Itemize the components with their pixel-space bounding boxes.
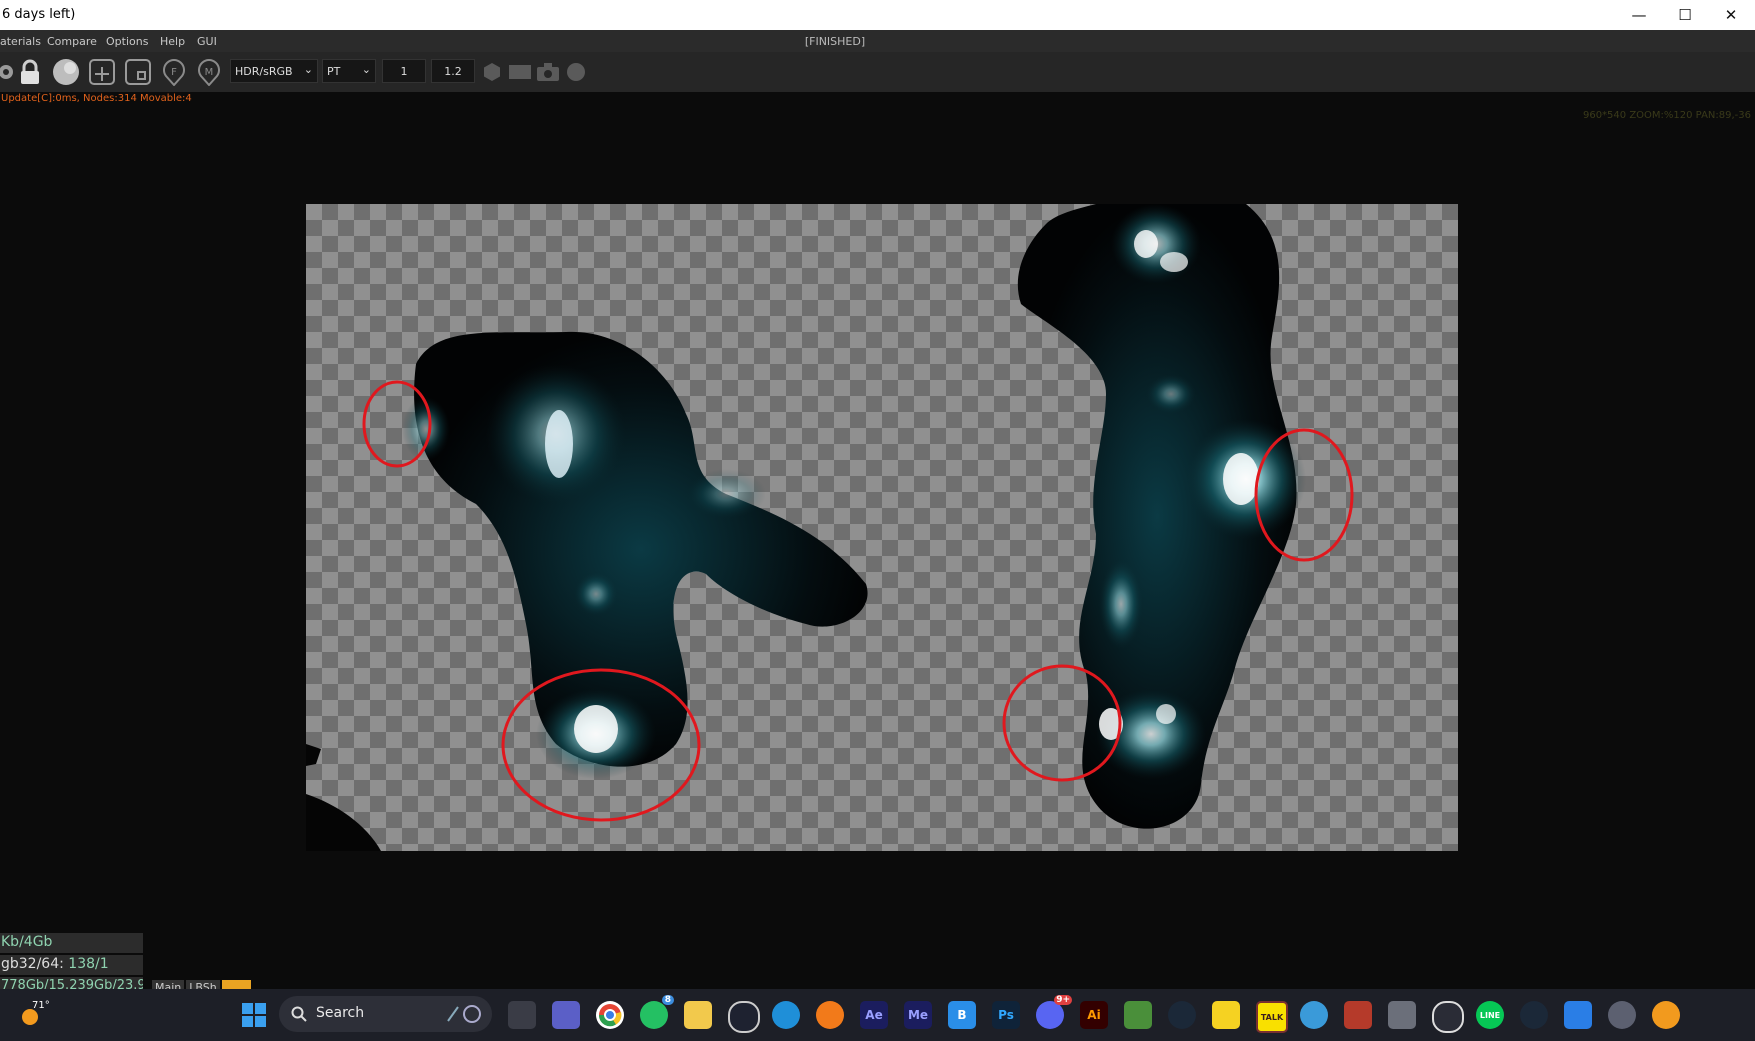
color-mode-select[interactable]: HDR/sRGB ⌄ [230, 59, 318, 83]
window-title: 6 days left) [2, 7, 76, 22]
whatsapp-badge: 8 [661, 995, 674, 1005]
render-mode-value: PT [327, 65, 341, 78]
paint-icon[interactable] [1300, 1001, 1328, 1029]
update-info: Update[C]:0ms, Nodes:314 Movable:4 [1, 93, 192, 104]
rgb-label: gb32/64: [1, 956, 64, 972]
corner-volume [306, 794, 381, 851]
sphere-icon[interactable] [52, 58, 80, 86]
value-a-input[interactable]: 1 [382, 59, 426, 83]
minimize-button[interactable]: — [1616, 0, 1662, 30]
color-mode-value: HDR/sRGB [235, 65, 293, 78]
rectangle-icon[interactable] [506, 58, 534, 86]
left-volume [402, 331, 868, 779]
close-icon: ✕ [1724, 6, 1738, 24]
steam-icon-2[interactable] [1520, 1001, 1548, 1029]
search-icon [291, 1006, 307, 1022]
render-mode-select[interactable]: PT ⌄ [322, 59, 376, 83]
render-viewport[interactable] [306, 204, 1458, 851]
search-placeholder: Search [316, 1005, 365, 1021]
close-button[interactable]: ✕ [1708, 0, 1754, 30]
right-volume [1017, 204, 1306, 829]
discord-badge: 9+ [1054, 995, 1072, 1005]
rgb-value: 138/1 [68, 956, 109, 972]
calculator-icon[interactable] [1388, 1001, 1416, 1029]
title-bar: 6 days left) — ☐ ✕ [0, 0, 1755, 30]
maximize-icon: ☐ [1678, 6, 1692, 24]
add-node-icon[interactable] [88, 58, 116, 86]
sticky-notes-icon[interactable] [1212, 1001, 1240, 1029]
edge-icon[interactable] [772, 1001, 800, 1029]
media-player-icon[interactable] [1432, 1001, 1464, 1033]
cinema4d-icon[interactable] [728, 1001, 760, 1033]
record-icon[interactable] [562, 58, 590, 86]
camera-icon[interactable] [534, 58, 562, 86]
box-icon[interactable] [124, 58, 152, 86]
discord-icon[interactable]: 9+ [1036, 995, 1072, 1029]
steam-icon[interactable] [1168, 1001, 1196, 1029]
start-button[interactable] [240, 1001, 268, 1029]
maximize-button[interactable]: ☐ [1662, 0, 1708, 30]
focus-pin-icon[interactable]: F [160, 58, 188, 86]
firefox-icon[interactable] [816, 1001, 844, 1029]
hexagon-icon[interactable] [478, 58, 506, 86]
chrome-icon[interactable] [596, 1001, 624, 1029]
windows-icon [242, 1003, 266, 1027]
value-b-input[interactable]: 1.2 [431, 59, 475, 83]
render-image [306, 204, 1354, 851]
remote-desktop-icon[interactable] [1564, 1001, 1592, 1029]
file-explorer-icon[interactable] [684, 1001, 712, 1029]
whatsapp-icon[interactable]: 8 [640, 995, 674, 1029]
settings-gear-icon[interactable] [1608, 1001, 1636, 1029]
memory-stat: Kb/4Gb [0, 933, 143, 953]
kakaotalk-icon[interactable]: TALK [1256, 1001, 1288, 1033]
taskbar-search[interactable]: Search [279, 996, 492, 1032]
material-pin-icon[interactable]: M [195, 58, 223, 86]
render-status: [FINISHED] [804, 35, 866, 48]
svg-text:F: F [171, 67, 177, 78]
teams-icon[interactable] [552, 1001, 580, 1029]
corner-speck [306, 744, 321, 766]
taskbar: 71° Search 8 Ae Me B Ps 9+ Ai TALK LINE [0, 989, 1755, 1041]
winrar-icon[interactable] [1344, 1001, 1372, 1029]
search-tool-icon[interactable] [1652, 1001, 1680, 1029]
svg-text:M: M [205, 67, 214, 78]
line-icon[interactable]: LINE [1476, 1001, 1504, 1029]
weather-temp: 71° [32, 1000, 50, 1011]
after-effects-icon[interactable]: Ae [860, 1001, 888, 1029]
gpu-monitor-icon[interactable] [1124, 1001, 1152, 1029]
chevron-down-icon: ⌄ [303, 63, 313, 76]
menu-bar: aterials Compare Options Help GUI [FINIS… [0, 30, 1755, 52]
blender-b-icon[interactable]: B [948, 1001, 976, 1029]
rgb-stat: gb32/64: 138/1 [0, 955, 143, 975]
search-highlight-icon [447, 1005, 481, 1023]
view-info: 960*540 ZOOM:%120 PAN:89,-36 [1582, 110, 1751, 121]
minimize-icon: — [1631, 6, 1647, 24]
toolbar: F M HDR/sRGB ⌄ PT ⌄ 1 1.2 [0, 52, 1755, 92]
lock-icon[interactable] [16, 58, 44, 86]
photoshop-icon[interactable]: Ps [992, 1001, 1020, 1029]
illustrator-icon[interactable]: Ai [1080, 1001, 1108, 1029]
gpu-stat: 778Gb/15.239Gb/23.9 [0, 977, 143, 989]
task-view-icon[interactable] [508, 1001, 536, 1029]
chevron-down-icon: ⌄ [361, 63, 371, 76]
media-encoder-icon[interactable]: Me [904, 1001, 932, 1029]
